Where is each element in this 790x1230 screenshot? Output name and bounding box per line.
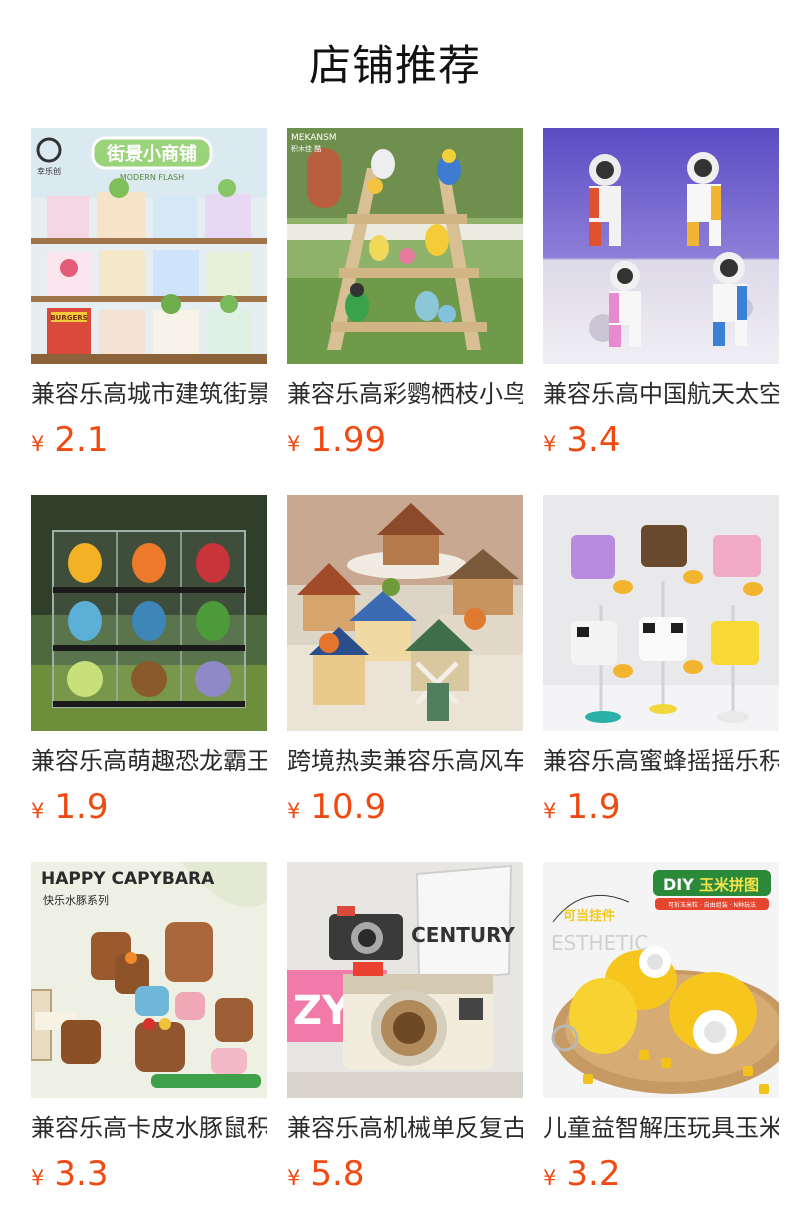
street-shop-blocks-image: 幸乐创 街景小商铺 MODERN FLASH BURGERS [31,128,267,364]
astronaut-blocks-image [543,128,779,364]
currency-symbol: ¥ [287,432,301,456]
product-name: 兼容乐高机械单反复古相机 [287,1114,523,1142]
product-name: 兼容乐高城市建筑街景小商铺 [31,380,267,408]
product-price: ¥2.1 [31,420,267,458]
capybara-blocks-image: HAPPY CAPYBARA 快乐水豚系列 [31,862,267,1098]
product-price: ¥3.3 [31,1154,267,1192]
price-value: 3.3 [54,1154,109,1192]
currency-symbol: ¥ [287,1166,301,1190]
svg-text:幸乐创: 幸乐创 [37,166,61,176]
product-price: ¥5.8 [287,1154,523,1192]
price-value: 1.9 [54,787,109,825]
product-price: ¥1.99 [287,420,523,458]
price-value: 2.1 [54,420,109,458]
currency-symbol: ¥ [31,799,45,823]
currency-symbol: ¥ [543,1166,557,1190]
product-card[interactable]: CENTURY ZY 兼容乐高机械单反复古相机 [287,862,523,1192]
svg-text:CENTURY: CENTURY [411,923,515,947]
price-value: 1.99 [310,420,387,458]
svg-text:可拆玉米粒 · 自由组装 · N种玩法: 可拆玉米粒 · 自由组装 · N种玩法 [668,901,756,909]
svg-text:可当挂件: 可当挂件 [563,908,615,924]
product-card[interactable]: MEKANSM 积木佳 酷 兼容乐高彩鹦栖枝小鸟 ¥ 1.99 [287,128,523,458]
product-name: 兼容乐高彩鹦栖枝小鸟积木 [287,380,523,408]
bee-bobblehead-blocks-image [543,495,779,731]
svg-text:BURGERS: BURGERS [50,314,87,322]
currency-symbol: ¥ [31,432,45,456]
price-value: 3.4 [566,420,621,458]
product-name: 兼容乐高蜜蜂摇摇乐积木 [543,747,779,775]
product-name: 儿童益智解压玩具玉米拼图 [543,1114,779,1142]
product-price: ¥10.9 [287,787,523,825]
svg-text:快乐水豚系列: 快乐水豚系列 [43,893,109,907]
product-price: ¥3.4 [543,420,779,458]
product-card[interactable]: HAPPY CAPYBARA 快乐水豚系列 兼容乐高卡皮水豚鼠积 ¥ 3.3 [31,862,267,1192]
product-price: ¥1.9 [543,787,779,825]
product-name: 兼容乐高萌趣恐龙霸王龙 [31,747,267,775]
price-value: 10.9 [310,787,387,825]
svg-text:MEKANSM: MEKANSM [291,133,337,143]
cute-dinosaur-blocks-image [31,495,267,731]
price-value: 5.8 [310,1154,365,1192]
parrot-perch-blocks-image: MEKANSM 积木佳 酷 [287,128,523,364]
svg-text:街景小商铺: 街景小商铺 [106,143,197,165]
product-card[interactable]: 幸乐创 街景小商铺 MODERN FLASH BURGERS 兼容乐高城市建筑街… [31,128,267,458]
retro-camera-blocks-image: CENTURY ZY [287,862,523,1098]
svg-text:MODERN FLASH: MODERN FLASH [120,173,184,182]
price-value: 1.9 [566,787,621,825]
windmill-house-blocks-image [287,495,523,731]
product-card[interactable]: 兼容乐高萌趣恐龙霸王龙 ¥1.9 [31,495,267,825]
product-card[interactable]: ESTHETIC DIY 玉米拼图 可拆玉米粒 · 自由组装 · N种玩法 可当… [543,862,779,1192]
svg-text:HAPPY CAPYBARA: HAPPY CAPYBARA [41,869,215,889]
currency-symbol: ¥ [31,1166,45,1190]
currency-symbol: ¥ [543,799,557,823]
product-name: 兼容乐高卡皮水豚鼠积木 [31,1114,267,1142]
page-title: 店铺推荐 [308,41,481,90]
product-name: 兼容乐高中国航天太空人 [543,380,779,408]
corn-puzzle-image: ESTHETIC DIY 玉米拼图 可拆玉米粒 · 自由组装 · N种玩法 可当… [543,862,779,1098]
product-name: 跨境热卖兼容乐高风车小屋 [287,747,523,775]
product-card[interactable]: 跨境热卖兼容乐高风车小屋 ¥10.9 [287,495,523,825]
product-price: ¥1.9 [31,787,267,825]
product-card[interactable]: 兼容乐高蜜蜂摇摇乐积木 ¥1.9 [543,495,779,825]
svg-text:积木佳 酷: 积木佳 酷 [291,144,321,153]
currency-symbol: ¥ [287,799,301,823]
product-price: ¥3.2 [543,1154,779,1192]
price-value: 3.2 [566,1154,621,1192]
svg-text:DIY: DIY [663,875,694,894]
svg-text:玉米拼图: 玉米拼图 [699,876,759,894]
currency-symbol: ¥ [543,432,557,456]
product-card[interactable]: 兼容乐高中国航天太空人 ¥3.4 [543,128,779,458]
